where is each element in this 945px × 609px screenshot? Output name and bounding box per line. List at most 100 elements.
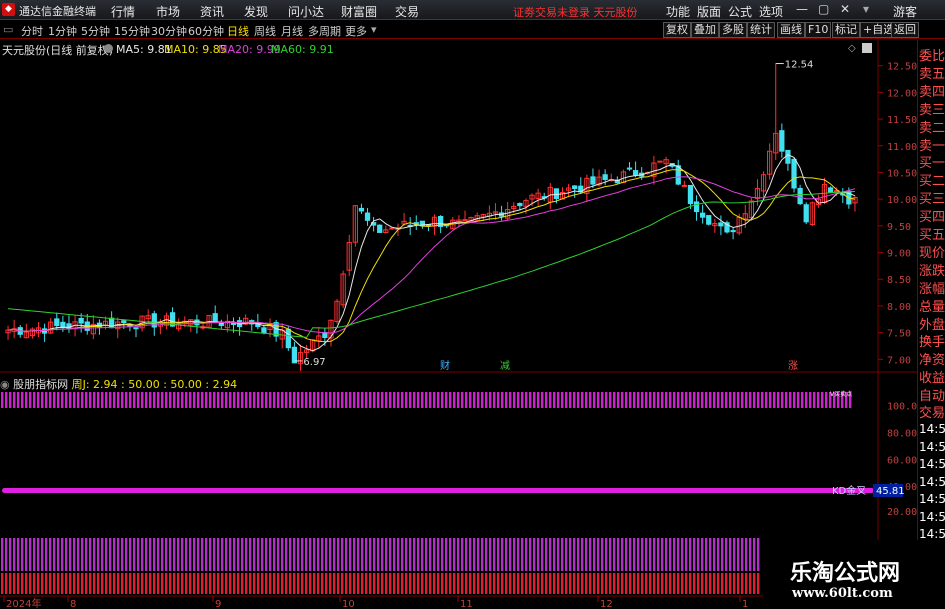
trade-time: 14:5 (919, 422, 945, 436)
indicator-settings-icon[interactable]: ◉ (0, 378, 10, 391)
tab-daily[interactable]: 日线 (227, 23, 249, 39)
ind-red-bar (397, 573, 400, 594)
ind-top-bar (109, 392, 112, 408)
ind-top-bar (253, 392, 256, 408)
ind-top-bar (377, 392, 380, 408)
ind-top-bar (373, 392, 376, 408)
ind-purple-bar (541, 538, 544, 571)
y-tick-label: 8.00 (887, 302, 911, 313)
ind-red-bar (237, 573, 240, 594)
y-tick-label: 7.00 (887, 355, 911, 366)
quote-field-label: 现价 (919, 245, 945, 261)
tab-multi-period[interactable]: 多周期 (308, 23, 341, 39)
ind-top-bar (809, 392, 812, 408)
ind-red-bar (133, 573, 136, 594)
collapse-icon[interactable] (862, 43, 872, 53)
ind-red-bar (77, 573, 80, 594)
ind-purple-bar (153, 538, 156, 571)
menu-layout[interactable]: 版面 (697, 3, 721, 20)
y-tick-label: 7.50 (887, 329, 911, 340)
ind-purple-bar (625, 538, 628, 571)
ind-top-bar (177, 392, 180, 408)
menu-market-quotes[interactable]: 行情 (111, 3, 135, 20)
diamond-icon[interactable]: ◇ (848, 43, 856, 54)
mark-button[interactable]: 标记 (832, 22, 860, 38)
auto-trade-label[interactable]: 交易 (919, 402, 945, 421)
menu-news[interactable]: 资讯 (200, 3, 224, 20)
ma10-line (7, 169, 856, 343)
ind-purple-bar (545, 538, 548, 571)
quote-field-label: 卖五 (919, 66, 945, 82)
menu-formula[interactable]: 公式 (728, 3, 752, 20)
ind-red-bar (461, 573, 464, 594)
tab-15min[interactable]: 15分钟 (114, 23, 150, 39)
tab-intraday[interactable]: 分时 (21, 23, 43, 39)
overlay-button[interactable]: 叠加 (691, 22, 719, 38)
ind-purple-bar (721, 538, 724, 571)
tab-60min[interactable]: 60分钟 (188, 23, 224, 39)
ind-top-bar (121, 392, 124, 408)
ind-top-bar (181, 392, 184, 408)
tab-1min[interactable]: 1分钟 (48, 23, 77, 39)
minimize-icon[interactable]: — (796, 2, 808, 16)
ind-top-bar (425, 392, 428, 408)
ind-top-bar (729, 392, 732, 408)
candle-body (553, 188, 560, 200)
kd-value: 45.81 (876, 486, 905, 497)
menu-market[interactable]: 市场 (156, 3, 180, 20)
draw-line-button[interactable]: 画线 (777, 22, 805, 38)
guest-label[interactable]: 游客 (893, 3, 917, 20)
tab-list-icon[interactable]: ▭ (3, 23, 13, 36)
maximize-icon[interactable]: ▢ (818, 2, 829, 16)
settings-dot-icon[interactable] (104, 44, 113, 53)
tab-30min[interactable]: 30分钟 (151, 23, 187, 39)
tab-5min[interactable]: 5分钟 (81, 23, 110, 39)
menu-options[interactable]: 选项 (759, 3, 783, 20)
more-chevron-icon[interactable]: ▾ (371, 23, 377, 36)
ind-red-bar (313, 573, 316, 594)
ind-red-bar (261, 573, 264, 594)
y-tick-label: 12.00 (887, 88, 917, 99)
ind-top-bar (641, 392, 644, 408)
ind-top-bar (589, 392, 592, 408)
ind-red-bar (433, 573, 436, 594)
login-warning[interactable]: 证劵交易未登录 天元股份 (513, 4, 638, 20)
ind-top-bar (73, 392, 76, 408)
indicator-title[interactable]: 股朋指标网 (13, 378, 68, 391)
statistics-button[interactable]: 统计 (747, 22, 775, 38)
ind-top-bar (565, 392, 568, 408)
ind-red-bar (645, 573, 648, 594)
back-button[interactable]: 返回 (891, 22, 919, 38)
close-icon[interactable]: ✕ (840, 2, 850, 16)
ind-top-bar (437, 392, 440, 408)
multi-stock-button[interactable]: 多股 (719, 22, 747, 38)
candle-body (718, 222, 724, 227)
tab-more[interactable]: 更多 (345, 23, 367, 39)
menu-discover[interactable]: 发现 (244, 3, 268, 20)
kd-band (2, 488, 874, 493)
ind-red-bar (377, 573, 380, 594)
ind-purple-bar (713, 538, 716, 571)
ind-red-bar (685, 573, 688, 594)
kline-chart[interactable]: 12.50 12.00 11.50 11.00 10.50 10.00 9.50 9.00 8.… (0, 40, 945, 609)
ind-purple-bar (349, 538, 352, 571)
ind-top-bar (157, 392, 160, 408)
tab-weekly[interactable]: 周线 (254, 23, 276, 39)
menu-ask-xiaoda[interactable]: 问小达 (288, 3, 324, 20)
menu-trade[interactable]: 交易 (395, 3, 419, 20)
ind-top-bar (633, 392, 636, 408)
ind-red-bar (281, 573, 284, 594)
ind-purple-bar (565, 538, 568, 571)
ind-top-bar (297, 392, 300, 408)
ind-top-bar (241, 392, 244, 408)
ind-red-bar (593, 573, 596, 594)
f10-button[interactable]: F10 (805, 22, 832, 38)
chevron-down-icon[interactable]: ▾ (863, 2, 869, 16)
ind-red-bar (85, 573, 88, 594)
tab-monthly[interactable]: 月线 (281, 23, 303, 39)
ind-purple-bar (749, 538, 752, 571)
adjust-button[interactable]: 复权 (663, 22, 691, 38)
menu-functions[interactable]: 功能 (666, 3, 690, 20)
candle-body (803, 204, 809, 223)
menu-wealth-circle[interactable]: 财富圈 (341, 3, 377, 20)
